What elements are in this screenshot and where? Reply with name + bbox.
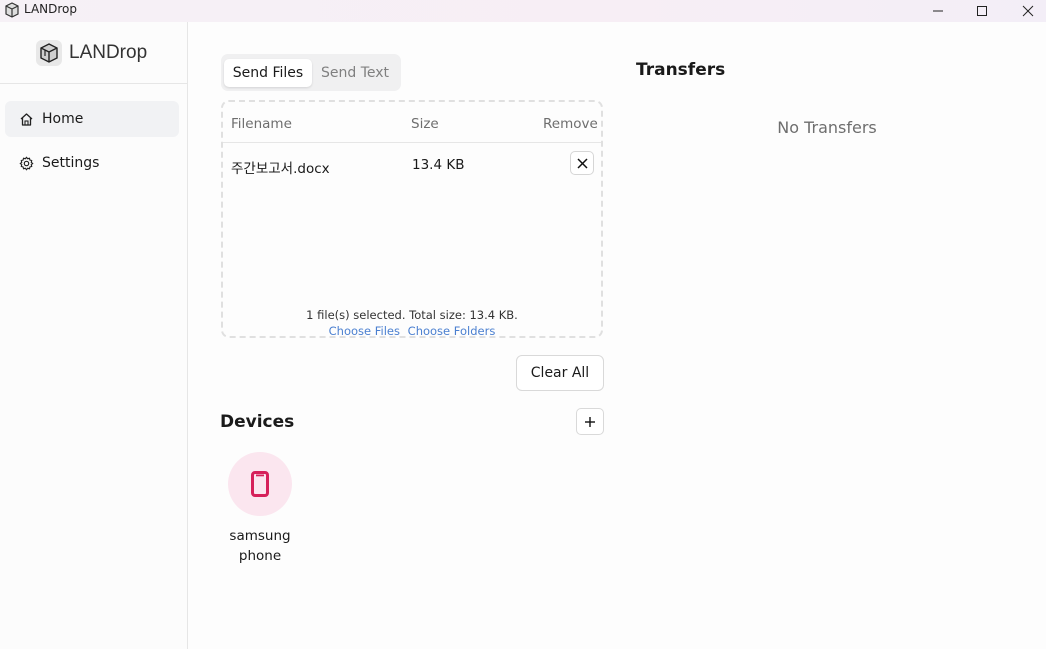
sidebar-item-label: Home bbox=[42, 111, 84, 127]
tab-send-text[interactable]: Send Text bbox=[313, 59, 397, 87]
plus-icon bbox=[585, 416, 595, 427]
gear-icon bbox=[19, 156, 34, 171]
window-title: LANDrop bbox=[24, 2, 78, 16]
file-name: 주간보고서.docx bbox=[231, 161, 330, 177]
empty-transfers-message: No Transfers bbox=[777, 118, 877, 137]
maximize-icon bbox=[977, 6, 987, 16]
transfers-title: Transfers bbox=[636, 60, 726, 80]
close-button[interactable] bbox=[1005, 0, 1046, 22]
clear-all-button[interactable]: Clear All bbox=[516, 355, 604, 391]
close-icon bbox=[1022, 5, 1034, 17]
brand-name: LANDrop bbox=[69, 42, 148, 63]
device-avatar[interactable] bbox=[228, 452, 292, 516]
phone-icon bbox=[251, 471, 269, 497]
send-mode-tabs: Send Files Send Text bbox=[221, 54, 401, 91]
remove-file-button[interactable] bbox=[570, 151, 594, 175]
tab-send-files[interactable]: Send Files bbox=[224, 59, 312, 87]
file-drop-zone[interactable]: Filename Size Remove 주간보고서.docx 13.4 KB … bbox=[221, 100, 603, 338]
brand: LANDrop bbox=[0, 22, 187, 84]
column-header-filename: Filename bbox=[231, 116, 292, 132]
brand-logo-icon bbox=[36, 40, 62, 66]
maximize-button[interactable] bbox=[959, 0, 1005, 22]
sidebar-item-home[interactable]: Home bbox=[5, 101, 179, 137]
app-logo-icon bbox=[5, 2, 19, 18]
file-table-header: Filename Size Remove bbox=[223, 102, 601, 143]
add-device-button[interactable] bbox=[576, 408, 604, 435]
device-name: samsung phone bbox=[229, 528, 291, 564]
column-header-size: Size bbox=[411, 116, 439, 132]
close-icon bbox=[576, 157, 588, 169]
file-size: 13.4 KB bbox=[412, 157, 465, 173]
choose-files-link[interactable]: Choose Files bbox=[329, 324, 400, 338]
sidebar: LANDrop Home Settings bbox=[0, 22, 188, 649]
column-header-remove: Remove bbox=[543, 116, 598, 132]
home-icon bbox=[19, 112, 34, 127]
choose-links: Choose Files Choose Folders bbox=[223, 324, 601, 338]
minimize-icon bbox=[933, 10, 943, 12]
minimize-button[interactable] bbox=[915, 0, 961, 22]
sidebar-item-label: Settings bbox=[42, 155, 100, 171]
devices-title: Devices bbox=[220, 412, 295, 432]
selection-summary: 1 file(s) selected. Total size: 13.4 KB. bbox=[306, 308, 518, 322]
choose-folders-link[interactable]: Choose Folders bbox=[408, 324, 496, 338]
title-bar: LANDrop bbox=[0, 0, 1046, 22]
sidebar-item-settings[interactable]: Settings bbox=[5, 145, 179, 181]
